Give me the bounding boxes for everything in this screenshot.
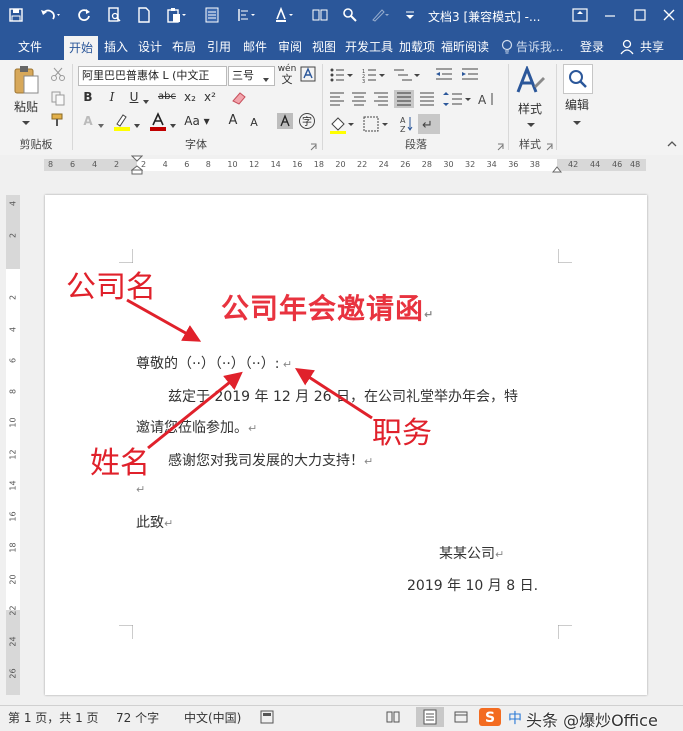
sogou-ime-icon[interactable]: S bbox=[478, 707, 502, 727]
language-indicator[interactable]: 中文(中国) bbox=[184, 709, 241, 726]
arrow-to-position bbox=[294, 368, 373, 420]
word-count[interactable]: 72 个字 bbox=[116, 709, 159, 726]
status-bar: 第 1 页，共 1 页 72 个字 中文(中国) S 中 头条 @爆炒Offic… bbox=[0, 705, 683, 730]
arrow-to-company bbox=[126, 298, 202, 342]
web-layout-icon[interactable] bbox=[454, 710, 468, 724]
svg-text:S: S bbox=[485, 710, 495, 726]
watermark-text: 头条 @爆炒Office bbox=[526, 711, 658, 730]
read-mode-icon[interactable] bbox=[386, 710, 400, 724]
ime-mode-indicator[interactable]: 中 bbox=[508, 708, 522, 728]
annotation-arrows bbox=[126, 298, 373, 450]
arrow-to-name bbox=[147, 371, 243, 450]
print-layout-icon[interactable] bbox=[416, 707, 444, 727]
macro-record-icon[interactable] bbox=[260, 710, 274, 724]
page-count[interactable]: 第 1 页，共 1 页 bbox=[8, 709, 99, 726]
